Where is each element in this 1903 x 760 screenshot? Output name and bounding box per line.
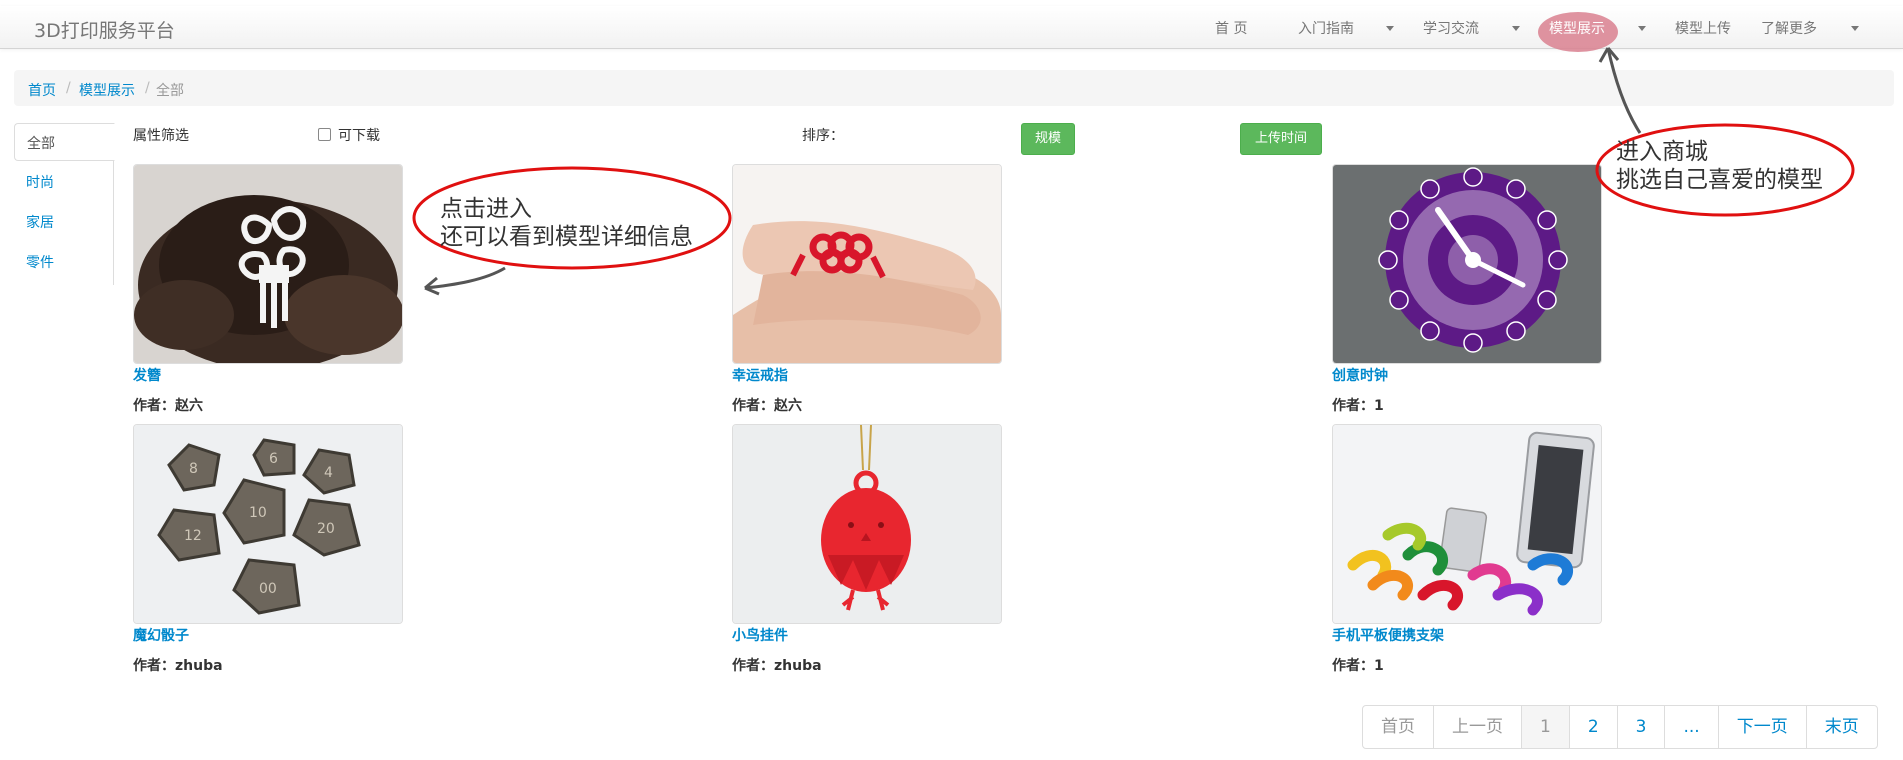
annotation-detail-line2: 还可以看到模型详细信息 (440, 224, 693, 250)
stand-photo (1333, 425, 1601, 623)
page-3[interactable]: 3 (1616, 706, 1665, 748)
product-image-ring[interactable] (732, 164, 1002, 364)
product-name-stand[interactable]: 手机平板便携支架 (1332, 625, 1444, 645)
annotation-shop-line1: 进入商城 (1616, 139, 1708, 165)
product-name-bird-pendant[interactable]: 小鸟挂件 (732, 625, 788, 645)
category-home[interactable]: 家居 (14, 203, 113, 239)
downloadable-label[interactable]: 可下载 (338, 125, 380, 145)
breadcrumb-models[interactable]: 模型展示 (79, 80, 135, 100)
svg-text:4: 4 (324, 465, 333, 481)
product-image-bird-pendant[interactable] (732, 424, 1002, 624)
learn-caret-icon[interactable] (1512, 26, 1520, 31)
nav-learn[interactable]: 学习交流 (1423, 18, 1479, 38)
guide-caret-icon[interactable] (1386, 26, 1394, 31)
clock-photo (1333, 165, 1601, 363)
product-image-hairpin[interactable] (133, 164, 403, 364)
nav-models[interactable]: 模型展示 (1549, 18, 1605, 38)
sort-time-button[interactable]: 上传时间 (1240, 123, 1322, 155)
svg-text:20: 20 (317, 521, 335, 537)
hairpin-photo (134, 165, 402, 363)
breadcrumb-home[interactable]: 首页 (28, 80, 56, 100)
page-1[interactable]: 1 (1521, 706, 1569, 748)
page-first[interactable]: 首页 (1363, 706, 1433, 748)
category-sidebar: 全部 时尚 家居 零件 (14, 123, 115, 285)
page-ellipsis[interactable]: ... (1664, 706, 1717, 748)
svg-text:12: 12 (184, 528, 202, 544)
category-label: 家居 (26, 215, 54, 231)
product-name-dice[interactable]: 魔幻骰子 (133, 625, 189, 645)
category-parts[interactable]: 零件 (14, 243, 113, 279)
downloadable-checkbox[interactable] (318, 128, 331, 141)
product-author: 作者：赵六 (133, 398, 203, 414)
sort-label: 排序： (802, 128, 844, 144)
breadcrumb-separator: / (145, 80, 150, 96)
product-name-ring[interactable]: 幸运戒指 (732, 365, 788, 385)
nav-home[interactable]: 首 页 (1215, 18, 1247, 38)
breadcrumb-separator: / (66, 80, 71, 96)
category-fashion[interactable]: 时尚 (14, 163, 113, 199)
breadcrumb-current: 全部 (156, 83, 184, 99)
dice-photo: 8 6 4 10 12 20 00 (134, 425, 402, 623)
bird-pendant-photo (733, 425, 1001, 623)
nav-upload[interactable]: 模型上传 (1675, 18, 1731, 38)
svg-text:6: 6 (269, 451, 278, 467)
product-author: 作者：1 (1332, 398, 1384, 414)
nav-guide[interactable]: 入门指南 (1298, 18, 1354, 38)
sort-scale-button[interactable]: 规模 (1021, 123, 1075, 155)
page-last[interactable]: 末页 (1805, 706, 1877, 748)
pagination: 首页 上一页 1 2 3 ... 下一页 末页 (1362, 705, 1878, 749)
brand-title[interactable]: 3D打印服务平台 (34, 16, 175, 43)
product-author: 作者：1 (1332, 658, 1384, 674)
svg-text:00: 00 (259, 581, 277, 597)
category-label: 时尚 (26, 175, 54, 191)
product-author: 作者：赵六 (732, 398, 802, 414)
product-author: 作者：zhuba (133, 658, 223, 674)
filter-label: 属性筛选 (133, 128, 189, 144)
page-2[interactable]: 2 (1568, 706, 1617, 748)
product-name-clock[interactable]: 创意时钟 (1332, 365, 1388, 385)
category-all[interactable]: 全部 (14, 123, 115, 161)
annotation-detail-text: 点击进入 还可以看到模型详细信息 (440, 195, 693, 251)
category-label: 全部 (27, 136, 55, 152)
svg-text:10: 10 (249, 505, 267, 521)
category-label: 零件 (26, 255, 54, 271)
ring-photo (733, 165, 1001, 363)
product-image-stand[interactable] (1332, 424, 1602, 624)
product-author: 作者：zhuba (732, 658, 822, 674)
annotation-detail-line1: 点击进入 (440, 196, 532, 222)
nav-more[interactable]: 了解更多 (1761, 18, 1817, 38)
product-image-dice[interactable]: 8 6 4 10 12 20 00 (133, 424, 403, 624)
annotation-shop-text: 进入商城 挑选自己喜爱的模型 (1616, 138, 1823, 194)
models-caret-icon[interactable] (1638, 26, 1646, 31)
svg-text:8: 8 (189, 461, 198, 477)
annotation-shop-line2: 挑选自己喜爱的模型 (1616, 167, 1823, 193)
product-name-hairpin[interactable]: 发簪 (133, 365, 161, 385)
product-image-clock[interactable] (1332, 164, 1602, 364)
page-prev[interactable]: 上一页 (1433, 706, 1521, 748)
page-next[interactable]: 下一页 (1717, 706, 1806, 748)
more-caret-icon[interactable] (1851, 26, 1859, 31)
